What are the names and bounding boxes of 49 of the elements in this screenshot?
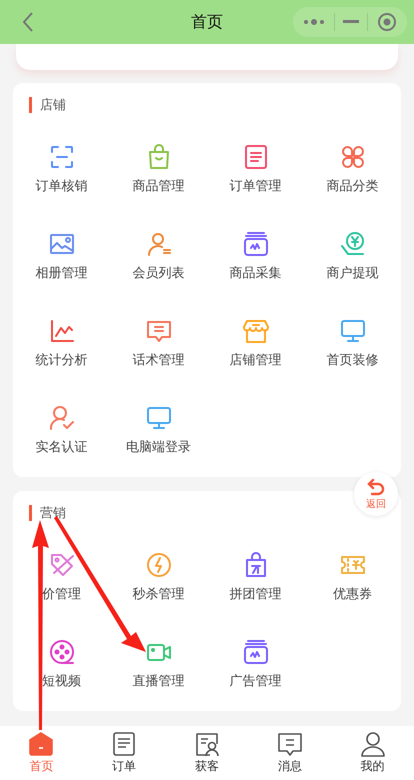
return-icon bbox=[366, 478, 386, 496]
film-reel-icon bbox=[48, 638, 76, 666]
menu-item[interactable]: 优惠券 bbox=[304, 539, 401, 618]
menu-item[interactable]: 商品采集 bbox=[207, 210, 304, 297]
box-icon bbox=[242, 638, 270, 666]
menu-item[interactable]: 短视频 bbox=[13, 618, 110, 705]
page-title: 首页 bbox=[190, 12, 224, 32]
menu-item[interactable]: 话术管理 bbox=[110, 297, 207, 384]
minimize-icon[interactable] bbox=[342, 20, 359, 24]
user-check-icon bbox=[48, 404, 76, 432]
user-icon bbox=[360, 731, 386, 757]
tab-item[interactable]: 订单 bbox=[82, 726, 166, 780]
menu-item[interactable]: 商户提现 bbox=[304, 210, 401, 297]
monitor-icon bbox=[338, 317, 366, 345]
document-icon bbox=[111, 731, 138, 757]
store-icon bbox=[242, 317, 270, 345]
menu-item[interactable]: 广告管理 bbox=[207, 618, 304, 705]
menu-item[interactable]: 商品管理 bbox=[110, 131, 207, 210]
menu-item[interactable]: 电脑端登录 bbox=[110, 384, 207, 471]
box-icon bbox=[242, 230, 270, 258]
section-title: 店铺 bbox=[40, 97, 66, 114]
menu-item[interactable]: 拼团管理 bbox=[207, 539, 304, 618]
monitor-icon bbox=[144, 404, 172, 432]
accent-bar bbox=[29, 505, 32, 521]
close-icon[interactable] bbox=[376, 12, 397, 32]
menu-item[interactable]: 统计分析 bbox=[13, 297, 110, 384]
menu-item[interactable]: 秒杀管理 bbox=[110, 539, 207, 618]
accent-bar bbox=[29, 97, 32, 113]
coin-hand-icon bbox=[338, 230, 366, 258]
menu-item[interactable]: 直播管理 bbox=[110, 618, 207, 705]
menu-item[interactable]: 订单管理 bbox=[207, 131, 304, 210]
menu-item[interactable]: 首页装修 bbox=[304, 297, 401, 384]
menu-item[interactable]: 商品分类 bbox=[304, 131, 401, 210]
menu-item[interactable]: 会员列表 bbox=[110, 210, 207, 297]
home-icon bbox=[28, 731, 54, 757]
lightning-icon bbox=[144, 551, 172, 579]
menu-item[interactable]: 相册管理 bbox=[13, 210, 110, 297]
contact-card-icon bbox=[194, 731, 220, 757]
menu-item[interactable]: 价管理 bbox=[13, 539, 110, 618]
tab-item[interactable]: 消息 bbox=[248, 726, 332, 780]
tab-item[interactable]: 获客 bbox=[166, 726, 248, 780]
tab-item[interactable]: 我的 bbox=[331, 726, 414, 780]
message-icon bbox=[276, 731, 303, 757]
menu-item[interactable]: 店铺管理 bbox=[207, 297, 304, 384]
section-title: 营销 bbox=[40, 505, 66, 522]
more-icon[interactable] bbox=[303, 18, 326, 26]
back-icon[interactable] bbox=[21, 11, 35, 33]
menu-item[interactable]: 实名认证 bbox=[13, 384, 110, 471]
menu-item[interactable]: 订单核销 bbox=[13, 131, 110, 210]
